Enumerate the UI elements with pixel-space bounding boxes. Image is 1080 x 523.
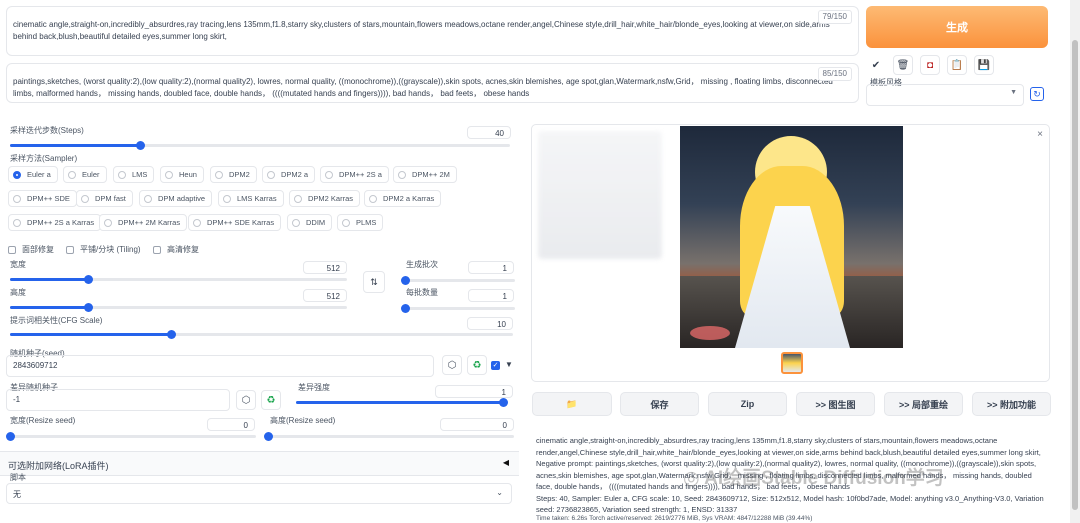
collapse-triangle-icon: ◀ [502,458,509,467]
sampler-option[interactable]: DPM++ 2S a [320,166,389,183]
send-to-extras-button[interactable]: >> 附加功能 [972,392,1051,416]
tiling-checkbox[interactable]: 平铺/分块 (Tiling) [66,244,141,255]
check-icon[interactable]: ✔ [866,55,886,75]
time-taken: Time taken: 6.26s Torch active/reserved:… [536,515,813,522]
sampler-option[interactable]: DPM++ SDE Karras [188,214,282,231]
generate-label: 生成 [946,22,968,34]
hires-checkbox[interactable]: 高清修复 [153,244,199,255]
script-label: 脚本 [10,473,26,482]
sampler-label: 采样方法(Sampler) [10,154,78,163]
script-dropdown[interactable]: 无 ⌄ [6,483,512,504]
style-dropdown[interactable]: ▼ [866,84,1024,106]
sampler-option[interactable]: Heun [160,166,204,183]
cfg-label: 提示词相关性(CFG Scale) [10,316,103,325]
resize-height-slider[interactable] [264,432,514,441]
blurred-placeholder [538,131,662,259]
batch-size-slider[interactable] [401,304,515,313]
recycle-icon[interactable]: ♻ [467,355,487,375]
resize-height-input[interactable]: 0 [440,418,514,431]
sampler-option[interactable]: LMS Karras [218,190,284,207]
sampler-option[interactable]: DPM++ 2S a Karras [8,214,102,231]
variation-recycle-icon[interactable]: ♻ [261,390,281,410]
sampler-option[interactable]: DPM++ 2M [393,166,457,183]
batch-count-input[interactable]: 1 [468,261,514,274]
resize-height-label: 高度(Resize seed) [270,416,336,425]
folder-icon: 📁 [566,398,578,409]
prompt-token-counter: 79/150 [817,10,852,24]
chevron-down-icon: ▼ [1010,89,1017,96]
card-icon[interactable]: ◘ [920,55,940,75]
prompt-textarea[interactable]: 79/150 cinematic angle,straight-on,incre… [6,6,859,56]
face-restore-checkbox[interactable]: 面部修复 [8,244,54,255]
save-button[interactable]: 保存 [620,392,699,416]
seed-input[interactable]: 2843609712 [6,355,434,377]
sampler-option[interactable]: DPM adaptive [139,190,213,207]
send-to-inpaint-button[interactable]: >> 局部重绘 [884,392,963,416]
variation-strength-slider[interactable] [296,398,508,407]
sampler-option[interactable]: DDIM [287,214,333,231]
sampler-option[interactable]: DPM fast [76,190,133,207]
variation-dice-icon[interactable]: ⬡ [236,390,256,410]
sampler-option[interactable]: DPM++ SDE [8,190,77,207]
resize-width-label: 宽度(Resize seed) [10,416,76,425]
prompt-text: cinematic angle,straight-on,incredibly_a… [13,20,830,41]
extra-seed-checkbox[interactable]: ✓ [491,361,500,370]
negative-token-counter: 85/150 [817,67,852,81]
lora-label: 可选附加网络(LoRA插件) [8,461,109,471]
negative-prompt-text: paintings,sketches, (worst quality:2),(l… [13,77,833,98]
steps-label: 采样迭代步数(Steps) [10,126,84,135]
sampler-option[interactable]: DPM2 a [262,166,316,183]
wechat-icon: ◎ [683,468,700,489]
steps-slider[interactable] [10,141,510,150]
image-thumbnail[interactable] [781,352,803,374]
expand-triangle-icon[interactable]: ▼ [505,360,513,369]
sampler-option[interactable]: Euler a [8,166,58,183]
sampler-option[interactable]: DPM2 [210,166,257,183]
swap-dimensions-icon[interactable]: ⇅ [363,271,385,293]
save-disk-icon[interactable]: 💾 [974,55,994,75]
height-slider[interactable] [10,303,347,312]
sampler-option[interactable]: LMS [113,166,155,183]
trash-icon[interactable]: 🗑 [893,55,913,75]
width-label: 宽度 [10,260,26,269]
page-scrollbar[interactable] [1070,0,1080,523]
height-input[interactable]: 512 [303,289,347,302]
cfg-slider[interactable] [10,330,513,339]
watermark: ◎ AI绘画Stable Diffusion学习 [683,468,944,489]
lora-accordion[interactable]: 可选附加网络(LoRA插件) ◀ [0,451,519,476]
clipboard-icon[interactable]: 📋 [947,55,967,75]
zip-button[interactable]: Zip [708,392,787,416]
sampler-option[interactable]: DPM2 Karras [289,190,361,207]
negative-prompt-textarea[interactable]: 85/150 paintings,sketches, (worst qualit… [6,63,859,103]
resize-width-slider[interactable] [6,432,256,441]
batch-size-label: 每批数量 [406,288,438,297]
close-icon[interactable]: × [1037,129,1043,140]
info-params: Steps: 40, Sampler: Euler a, CFG scale: … [536,493,1044,515]
batch-count-label: 生成批次 [406,260,438,269]
chevron-down-icon: ⌄ [496,488,503,497]
sampler-option[interactable]: DPM++ 2M Karras [99,214,188,231]
sampler-option[interactable]: Euler [63,166,107,183]
dice-icon[interactable]: ⬡ [442,355,462,375]
sampler-option[interactable]: DPM2 a Karras [364,190,442,207]
steps-input[interactable]: 40 [467,126,511,139]
sampler-option[interactable]: PLMS [337,214,384,231]
generated-image[interactable] [680,126,903,348]
send-to-img2img-button[interactable]: >> 图生图 [796,392,875,416]
info-prompt: cinematic angle,straight-on,incredibly_a… [536,436,1041,457]
width-input[interactable]: 512 [303,261,347,274]
variation-strength-input[interactable]: 1 [435,385,513,398]
variation-seed-input[interactable]: -1 [6,389,230,411]
generate-button[interactable]: 生成 [866,6,1048,48]
batch-count-slider[interactable] [401,276,515,285]
variation-strength-label: 差异强度 [298,383,330,392]
batch-size-input[interactable]: 1 [468,289,514,302]
cfg-input[interactable]: 10 [467,317,513,330]
resize-width-input[interactable]: 0 [207,418,255,431]
refresh-icon[interactable]: ↻ [1030,87,1044,101]
open-folder-button[interactable]: 📁 [532,392,612,416]
width-slider[interactable] [10,275,347,284]
height-label: 高度 [10,288,26,297]
